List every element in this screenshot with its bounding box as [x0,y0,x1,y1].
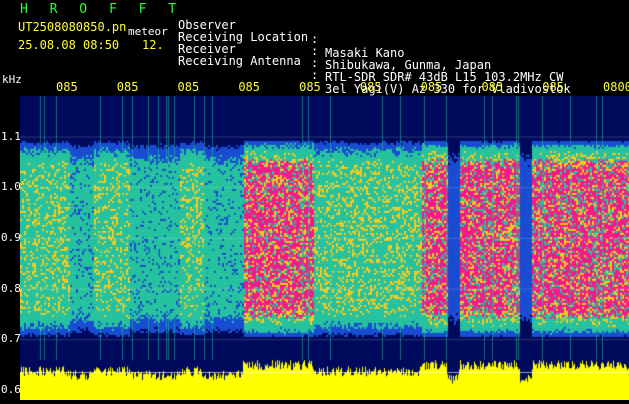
x-tick-label: 085 [481,80,504,94]
meteor-label: meteor [128,25,168,38]
spectrogram-plot [20,96,629,400]
x-tick-label: 085 [420,80,443,94]
file-name: UT2508080850.pn [18,20,127,34]
y-tick-label: 0.8 [1,281,21,295]
antenna-row: Receiving Antenna : 3el Yagi(V) Az 330 f… [178,40,571,96]
spectrogram-canvas [20,96,629,400]
x-tick-label: 085 [56,80,78,94]
y-tick-label: 1.1 [1,129,21,143]
y-tick-label: 0.9 [1,230,21,244]
x-tick-label: 085 [177,80,200,94]
x-tick-label: 085 [359,80,382,94]
y-unit-label: kHz [2,73,22,86]
count-value: 12. [142,38,164,52]
x-tick-label: 085 [299,80,321,94]
program-title: H R O F F T [20,2,184,17]
x-tick-label: 085 [116,80,139,94]
y-tick-label: 0.7 [1,332,21,346]
y-tick-label: 0.6 [1,382,21,396]
header-panel: H R O F F T UT2508080850.pn meteor 25.08… [0,0,629,96]
x-tick-label: 085 [542,80,564,94]
x-tick-label: 085 [238,80,261,94]
x-tick-label: 0800 [603,80,629,94]
antenna-label: Receiving Antenna [178,54,301,68]
date-time: 25.08.08 08:50 [18,38,120,52]
y-tick-label: 1.0 [1,180,21,194]
